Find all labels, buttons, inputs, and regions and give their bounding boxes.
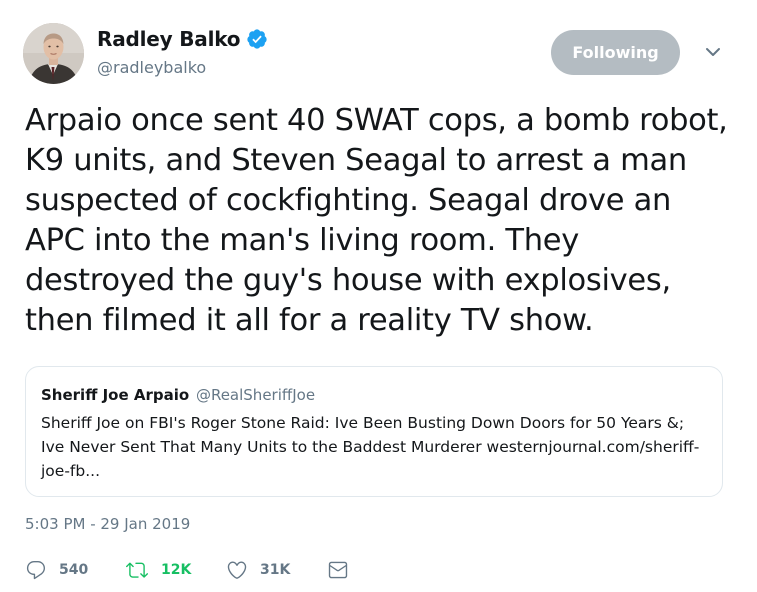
tweet-actions: 540 12K 31K [25, 558, 365, 582]
direct-message-button[interactable] [327, 558, 349, 582]
like-count: 31K [260, 562, 291, 578]
retweet-button[interactable]: 12K [125, 558, 191, 582]
author-avatar[interactable] [23, 23, 84, 84]
avatar-photo [23, 23, 84, 84]
tweet-card: Radley Balko @radleybalko Following Arpa… [0, 0, 757, 592]
envelope-icon [328, 561, 348, 579]
quoted-tweet[interactable]: Sheriff Joe Arpaio @RealSheriffJoe Sheri… [25, 366, 723, 497]
heart-icon [227, 561, 247, 579]
retweet-count: 12K [161, 562, 192, 578]
tweet-text: Arpaio once sent 40 SWAT cops, a bomb ro… [25, 103, 728, 338]
tweet-timestamp[interactable]: 5:03 PM - 29 Jan 2019 [25, 515, 190, 533]
like-button[interactable]: 31K [226, 558, 290, 582]
quoted-tweet-author-name: Sheriff Joe Arpaio [41, 386, 190, 404]
verified-badge-icon [246, 28, 268, 50]
reply-button[interactable]: 540 [25, 558, 88, 582]
quoted-tweet-header: Sheriff Joe Arpaio @RealSheriffJoe [41, 386, 315, 404]
chevron-down-icon[interactable] [703, 44, 723, 58]
reply-icon [26, 561, 46, 580]
reply-count: 540 [59, 562, 89, 578]
author-info: Radley Balko @radleybalko [97, 26, 268, 77]
author-handle[interactable]: @radleybalko [97, 58, 268, 77]
quoted-tweet-text: Sheriff Joe on FBI's Roger Stone Raid: I… [41, 414, 700, 480]
author-display-name[interactable]: Radley Balko [97, 27, 241, 51]
display-name-row: Radley Balko [97, 26, 268, 52]
following-button[interactable]: Following [551, 30, 680, 75]
retweet-icon [126, 562, 148, 578]
quoted-tweet-author-handle: @RealSheriffJoe [195, 386, 316, 404]
